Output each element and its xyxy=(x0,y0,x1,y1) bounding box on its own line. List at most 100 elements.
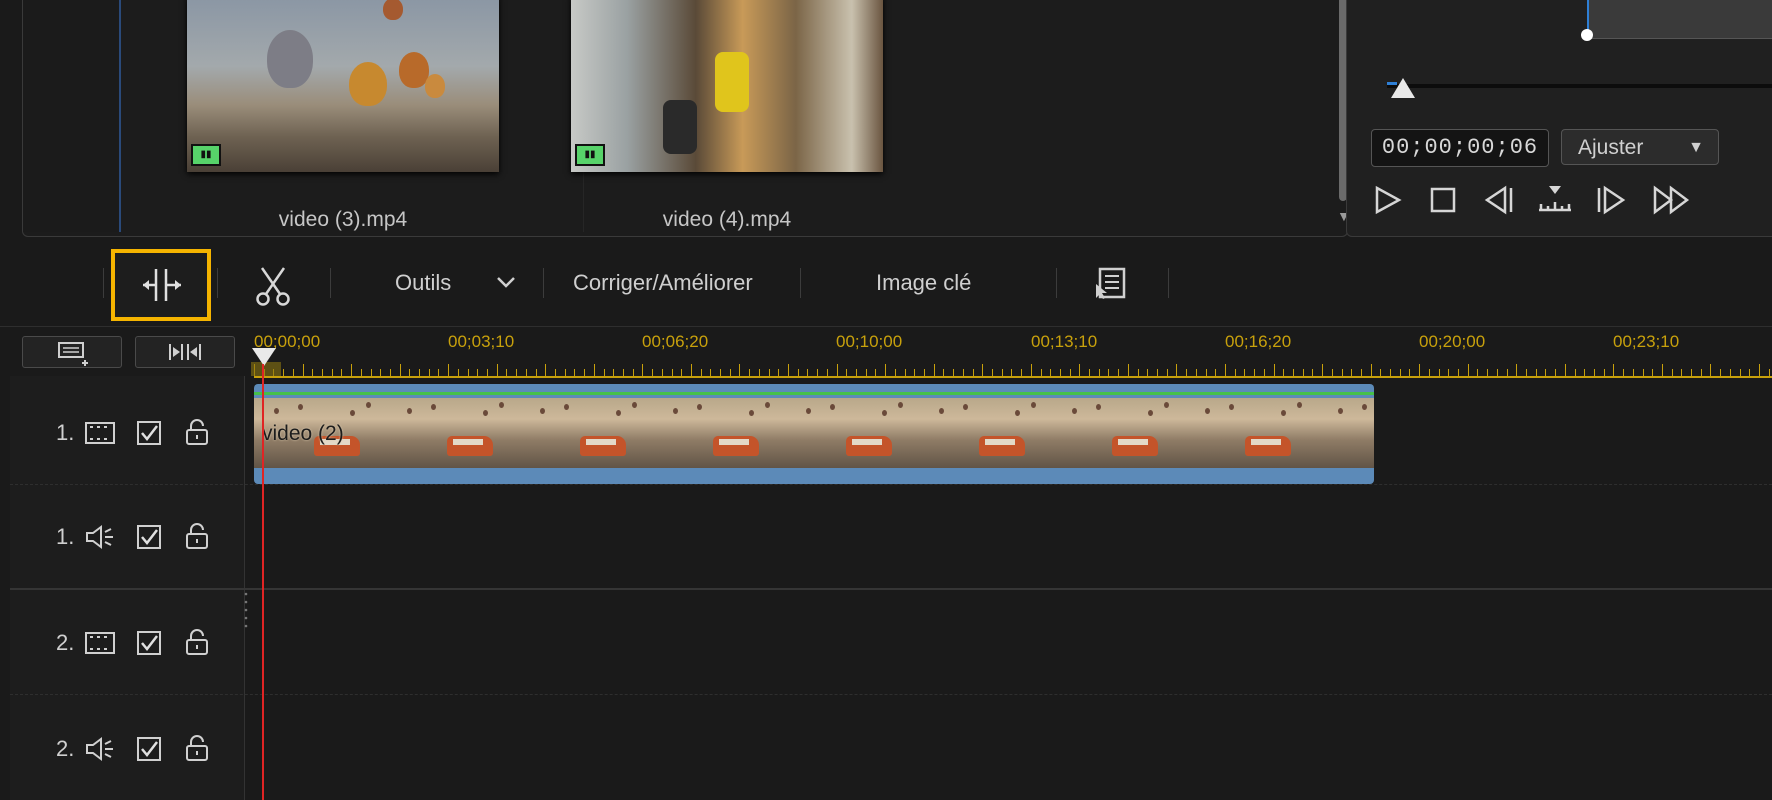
scissors-icon xyxy=(256,267,290,306)
van-shape xyxy=(846,436,892,456)
film-track-icon xyxy=(85,422,115,444)
fix-enhance-button[interactable]: Corriger/Améliorer xyxy=(573,270,753,296)
clip-audio-indicator xyxy=(254,392,1374,395)
next-frame-icon xyxy=(1597,185,1626,215)
clip-frame-thumbnail xyxy=(919,398,1053,468)
track-enable-checkbox[interactable] xyxy=(136,736,162,762)
balloon-shape xyxy=(425,74,445,98)
van-shape xyxy=(1112,436,1158,456)
track-enable-checkbox[interactable] xyxy=(136,630,162,656)
balloon-shape xyxy=(939,408,944,414)
subtitle-list-icon xyxy=(1096,267,1126,299)
toolbar-separator xyxy=(1056,268,1057,298)
balloon-shape xyxy=(673,408,678,414)
fit-to-timeline-icon xyxy=(169,344,201,360)
balloon-shape xyxy=(1072,408,1077,414)
van-shape xyxy=(1245,436,1291,456)
split-clip-button[interactable] xyxy=(111,249,211,321)
balloon-shape xyxy=(616,410,621,416)
preview-seek-thumb[interactable] xyxy=(1391,78,1415,98)
snapshot-marker-button[interactable] xyxy=(1535,180,1575,220)
preview-seek-track[interactable] xyxy=(1387,84,1772,88)
clip-name: video (2) xyxy=(262,422,344,445)
balloon-shape xyxy=(1338,408,1343,414)
split-icon xyxy=(143,269,181,301)
ruler-label: 00;06;20 xyxy=(642,332,709,351)
track-enable-checkbox[interactable] xyxy=(136,420,162,446)
subtitle-panel-button[interactable] xyxy=(1094,266,1128,300)
balloon-shape xyxy=(806,408,811,414)
unlock-icon[interactable] xyxy=(184,418,210,446)
balloon-shape xyxy=(298,404,303,410)
unlock-icon[interactable] xyxy=(184,734,210,762)
clip-thumbnail-strip xyxy=(254,398,1374,468)
stop-icon xyxy=(1430,187,1456,213)
track-number: 2. xyxy=(56,630,75,655)
van-shape xyxy=(580,436,626,456)
balloon-shape xyxy=(697,404,702,410)
add-track-button[interactable] xyxy=(22,336,122,368)
track-divider xyxy=(10,484,1772,486)
unlock-icon[interactable] xyxy=(184,628,210,656)
transform-handle[interactable] xyxy=(1581,29,1593,41)
clip-frame-thumbnail xyxy=(1052,398,1186,468)
toolbar-separator xyxy=(217,268,218,298)
balloon-shape xyxy=(1297,402,1302,408)
van-shape xyxy=(713,436,759,456)
balloon-shape xyxy=(407,408,412,414)
timecode-field[interactable]: 00;00;00;06 xyxy=(1371,129,1549,167)
trim-scissors-button[interactable] xyxy=(250,262,296,308)
speaker-icon xyxy=(86,525,113,549)
tools-menu-button[interactable]: Outils xyxy=(395,270,451,296)
ruler-label: 00;23;10 xyxy=(1613,332,1680,351)
balloon-shape xyxy=(1031,402,1036,408)
add-track-icon xyxy=(58,342,88,366)
balloon-shape xyxy=(1096,404,1101,410)
balloon-shape xyxy=(564,404,569,410)
toolbar-separator xyxy=(543,268,544,298)
track-divider xyxy=(10,694,1772,696)
balloon-shape xyxy=(274,408,279,414)
toolbar-separator xyxy=(800,268,801,298)
chevron-down-icon[interactable] xyxy=(494,270,518,294)
ruler-label: 00;20;00 xyxy=(1419,332,1486,351)
balloon-shape xyxy=(431,404,436,410)
balloon-shape xyxy=(749,410,754,416)
balloon-shape xyxy=(1164,402,1169,408)
play-button[interactable] xyxy=(1367,180,1407,220)
track-number: 1. xyxy=(56,524,75,549)
film-track-icon xyxy=(85,632,115,654)
ruler-label: 00;16;20 xyxy=(1225,332,1292,351)
next-frame-button[interactable] xyxy=(1591,180,1631,220)
timeline-ruler-baseline xyxy=(254,376,1772,378)
playhead-handle[interactable] xyxy=(252,348,276,366)
media-thumbnail-video-4[interactable]: ▮▮ xyxy=(571,0,883,172)
chevron-down-icon: ▼ xyxy=(1688,139,1704,156)
video-file-badge-icon: ▮▮ xyxy=(191,144,221,166)
balloon-shape xyxy=(1362,404,1367,410)
track-enable-checkbox[interactable] xyxy=(136,524,162,550)
fast-forward-button[interactable] xyxy=(1651,180,1691,220)
clip-frame-thumbnail xyxy=(1185,398,1319,468)
marker-ruler-icon xyxy=(1539,186,1571,212)
media-item-name: video (4).mp4 xyxy=(662,208,792,231)
balloon-shape xyxy=(350,410,355,416)
play-icon xyxy=(1375,185,1402,215)
track-number: 1. xyxy=(56,420,75,445)
car-mirror xyxy=(663,100,697,154)
media-thumbnail-video-3[interactable]: ▮▮ xyxy=(187,0,499,172)
ruler-label: 00;03;10 xyxy=(448,332,515,351)
track-resize-grip[interactable] xyxy=(244,590,248,634)
balloon-shape xyxy=(499,402,504,408)
stop-button[interactable] xyxy=(1423,180,1463,220)
balloon-shape xyxy=(830,404,835,410)
previous-frame-button[interactable] xyxy=(1479,180,1519,220)
fit-mode-dropdown[interactable]: Ajuster ▼ xyxy=(1561,129,1719,165)
ruler-label: 00;10;00 xyxy=(836,332,903,351)
timeline-video-clip[interactable]: video (2) xyxy=(254,384,1374,484)
fit-timeline-button[interactable] xyxy=(135,336,235,368)
keyframe-button[interactable]: Image clé xyxy=(876,270,971,296)
preview-panel: 00;00;00;06 Ajuster ▼ xyxy=(1346,0,1772,237)
balloon-shape xyxy=(632,402,637,408)
unlock-icon[interactable] xyxy=(184,522,210,550)
